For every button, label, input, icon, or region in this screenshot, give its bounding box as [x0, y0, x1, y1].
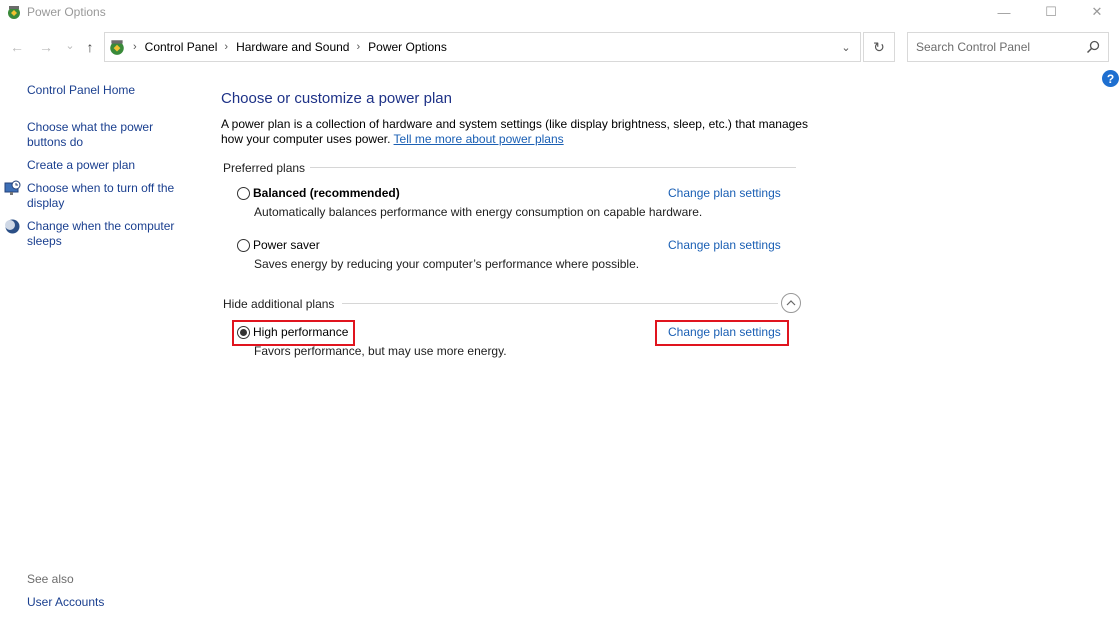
power-options-icon — [110, 40, 124, 55]
sidebar-item-create-plan[interactable]: Create a power plan — [27, 158, 187, 173]
breadcrumb-hardware-and-sound[interactable]: Hardware and Sound — [236, 40, 349, 54]
search-input[interactable] — [908, 34, 1078, 60]
plan-description-high-performance: Favors performance, but may use more ene… — [254, 344, 507, 358]
up-button[interactable]: ↑ — [80, 38, 100, 56]
change-settings-high-performance-link[interactable]: Change plan settings — [668, 325, 781, 339]
plan-description-balanced: Automatically balances performance with … — [254, 205, 703, 219]
window-title: Power Options — [27, 5, 106, 19]
sidebar-item-sleep[interactable]: Change when the computer sleeps — [27, 219, 187, 249]
close-button[interactable]: ✕ — [1074, 0, 1119, 24]
plan-name-balanced[interactable]: Balanced (recommended) — [253, 186, 400, 200]
maximize-button[interactable]: ☐ — [1028, 0, 1074, 24]
title-bar: Power Options — ☐ ✕ — [0, 0, 1119, 24]
moon-icon — [5, 219, 20, 234]
plan-name-power-saver[interactable]: Power saver — [253, 238, 320, 252]
collapse-chevron-up-icon[interactable] — [781, 293, 801, 313]
breadcrumb-separator: › — [356, 41, 361, 53]
radio-high-performance[interactable] — [237, 326, 250, 339]
address-bar[interactable]: › Control Panel › Hardware and Sound › P… — [104, 32, 861, 62]
search-icon[interactable] — [1086, 40, 1100, 54]
change-settings-power-saver-link[interactable]: Change plan settings — [668, 238, 781, 252]
recent-locations-button[interactable]: ⌄ — [60, 36, 80, 54]
plan-name-high-performance[interactable]: High performance — [253, 325, 348, 339]
learn-more-link[interactable]: Tell me more about power plans — [394, 132, 564, 146]
page-title: Choose or customize a power plan — [221, 90, 452, 107]
page-description: A power plan is a collection of hardware… — [221, 117, 811, 147]
forward-button[interactable]: → — [36, 38, 56, 56]
hide-additional-plans-label[interactable]: Hide additional plans — [223, 297, 334, 311]
power-options-icon — [8, 6, 20, 19]
preferred-plans-label: Preferred plans — [223, 161, 306, 175]
display-clock-icon — [4, 180, 21, 195]
change-settings-balanced-link[interactable]: Change plan settings — [668, 186, 781, 200]
breadcrumb-power-options[interactable]: Power Options — [368, 40, 447, 54]
group-divider — [342, 303, 778, 304]
help-icon[interactable]: ? — [1102, 70, 1119, 87]
radio-power-saver[interactable] — [237, 239, 250, 252]
radio-balanced[interactable] — [237, 187, 250, 200]
user-accounts-link[interactable]: User Accounts — [27, 595, 104, 609]
address-dropdown-button[interactable]: ⌄ — [832, 33, 860, 61]
back-button[interactable]: ← — [7, 38, 27, 56]
search-box[interactable] — [907, 32, 1109, 62]
sidebar-item-display-off[interactable]: Choose when to turn off the display — [27, 181, 187, 211]
plan-description-power-saver: Saves energy by reducing your computer’s… — [254, 257, 640, 271]
minimize-button[interactable]: — — [981, 0, 1027, 24]
sidebar-control-panel-home[interactable]: Control Panel Home — [27, 83, 187, 98]
refresh-button[interactable]: ↻ — [863, 32, 895, 62]
navigation-bar: ← → ⌄ ↑ › Control Panel › Hardware and S… — [0, 32, 1119, 62]
see-also-label: See also — [27, 572, 74, 586]
breadcrumb-separator: › — [224, 41, 229, 53]
group-divider — [310, 167, 796, 168]
breadcrumb-control-panel[interactable]: Control Panel — [145, 40, 218, 54]
breadcrumb-separator: › — [133, 41, 137, 53]
sidebar-item-power-buttons[interactable]: Choose what the power buttons do — [27, 120, 187, 150]
